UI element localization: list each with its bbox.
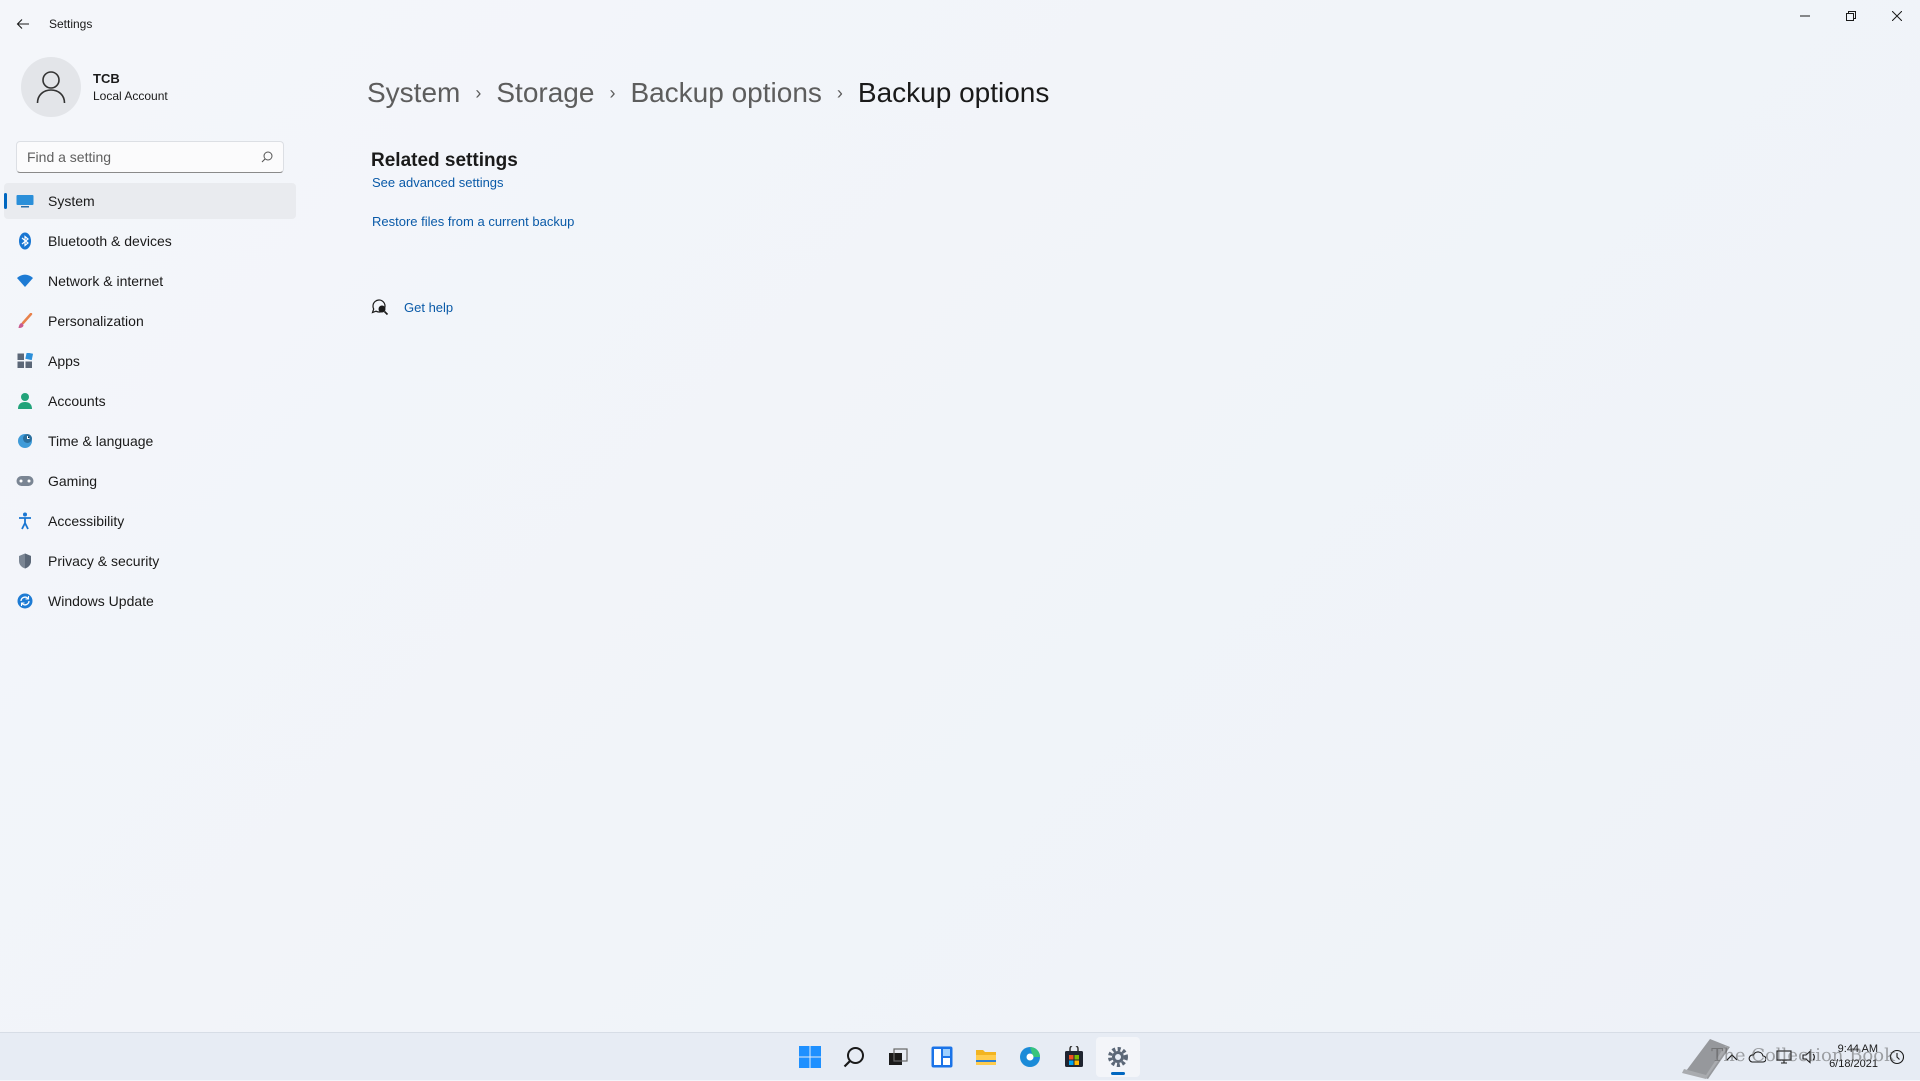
avatar	[21, 57, 81, 117]
window-controls	[1782, 0, 1920, 32]
sidebar-item-time-language[interactable]: Time & language	[4, 423, 296, 459]
breadcrumb-storage[interactable]: Storage	[496, 77, 594, 109]
get-help-link[interactable]: Get help	[404, 300, 453, 315]
restore-icon	[1846, 11, 1856, 21]
breadcrumb-system[interactable]: System	[367, 77, 460, 109]
title-bar: Settings	[0, 0, 1920, 48]
notifications-button[interactable]	[1889, 1049, 1905, 1065]
sidebar-item-label: Personalization	[48, 313, 144, 329]
shield-icon	[15, 551, 35, 571]
onedrive-tray-button[interactable]	[1748, 1051, 1767, 1063]
sidebar-item-gaming[interactable]: Gaming	[4, 463, 296, 499]
sidebar-item-personalization[interactable]: Personalization	[4, 303, 296, 339]
globe-clock-icon	[15, 431, 35, 451]
page-title: Backup options	[857, 77, 1050, 108]
settings-window: Settings TCB Local Account Find a settin…	[0, 0, 1920, 1032]
start-icon	[799, 1046, 821, 1068]
breadcrumb: System › Storage › Backup options › Back…	[367, 77, 1049, 109]
task-view-icon	[889, 1048, 908, 1065]
sidebar-item-label: System	[48, 193, 95, 209]
sidebar-item-label: Network & internet	[48, 273, 164, 289]
user-icon	[36, 71, 66, 104]
chevron-right-icon: ›	[609, 82, 616, 103]
search-input[interactable]	[27, 149, 261, 165]
paintbrush-icon	[15, 311, 35, 331]
gamepad-icon	[15, 471, 35, 491]
sidebar-item-privacy-security[interactable]: Privacy & security	[4, 543, 296, 579]
taskbar-apps	[788, 1033, 1140, 1081]
search-box[interactable]	[16, 141, 284, 173]
monitor-icon	[15, 191, 35, 211]
restore-files-link[interactable]: Restore files from a current backup	[372, 214, 574, 229]
sidebar-item-system[interactable]: System	[4, 183, 296, 219]
help-chat-icon	[371, 299, 389, 316]
app-title: Settings	[49, 17, 93, 31]
bluetooth-icon	[15, 231, 35, 251]
edge-button[interactable]	[1008, 1037, 1052, 1077]
profile-account-type: Local Account	[93, 89, 168, 103]
clock[interactable]: 9:44 AM 6/18/2021	[1829, 1042, 1878, 1072]
start-button[interactable]	[788, 1037, 832, 1077]
clock-date: 6/18/2021	[1829, 1058, 1878, 1070]
sidebar-item-network[interactable]: Network & internet	[4, 263, 296, 299]
back-arrow-icon	[16, 19, 29, 29]
show-hidden-icons-button[interactable]	[1726, 1053, 1738, 1061]
search-icon	[843, 1047, 864, 1068]
refresh-icon	[15, 591, 35, 611]
accessibility-icon	[15, 511, 35, 531]
chevron-up-icon	[1726, 1054, 1738, 1061]
file-explorer-button[interactable]	[964, 1037, 1008, 1077]
close-button[interactable]	[1874, 0, 1920, 32]
apps-icon	[15, 351, 35, 371]
breadcrumb-backup-options[interactable]: Backup options	[630, 77, 821, 109]
person-icon	[15, 391, 35, 411]
widgets-icon	[931, 1046, 953, 1068]
sidebar-item-label: Bluetooth & devices	[48, 233, 172, 249]
taskbar-search-button[interactable]	[832, 1037, 876, 1077]
system-tray: 9:44 AM 6/18/2021	[1721, 1033, 1910, 1081]
back-button[interactable]	[10, 12, 36, 36]
volume-tray-button[interactable]	[1802, 1050, 1818, 1064]
see-advanced-settings-link[interactable]: See advanced settings	[372, 175, 504, 190]
get-help-row[interactable]: Get help	[371, 298, 453, 316]
chevron-right-icon: ›	[836, 82, 843, 103]
sidebar-item-label: Accounts	[48, 393, 106, 409]
sidebar-item-accounts[interactable]: Accounts	[4, 383, 296, 419]
edge-icon	[1020, 1047, 1040, 1067]
sidebar-item-label: Time & language	[48, 433, 154, 449]
task-view-button[interactable]	[876, 1037, 920, 1077]
related-settings-heading: Related settings	[371, 150, 518, 171]
wifi-icon	[15, 271, 35, 291]
network-monitor-icon	[1776, 1050, 1792, 1064]
user-profile[interactable]: TCB Local Account	[21, 57, 168, 117]
settings-taskbar-button[interactable]	[1096, 1037, 1140, 1077]
sidebar-item-label: Apps	[48, 353, 80, 369]
sidebar-item-label: Accessibility	[48, 513, 125, 529]
restore-button[interactable]	[1828, 0, 1874, 32]
do-not-disturb-icon	[1889, 1049, 1905, 1065]
close-icon	[1892, 11, 1902, 21]
profile-name: TCB	[93, 71, 120, 86]
minimize-button[interactable]	[1782, 0, 1828, 32]
minimize-icon	[1800, 15, 1810, 17]
network-tray-button[interactable]	[1776, 1050, 1792, 1064]
search-icon[interactable]	[261, 151, 273, 163]
sidebar-item-label: Gaming	[48, 473, 98, 489]
speaker-icon	[1802, 1050, 1815, 1064]
sidebar-item-accessibility[interactable]: Accessibility	[4, 503, 296, 539]
chevron-right-icon: ›	[475, 82, 482, 103]
settings-icon	[1108, 1047, 1128, 1067]
sidebar-item-windows-update[interactable]: Windows Update	[4, 583, 296, 619]
store-button[interactable]	[1052, 1037, 1096, 1077]
sidebar-item-bluetooth[interactable]: Bluetooth & devices	[4, 223, 296, 259]
widgets-button[interactable]	[920, 1037, 964, 1077]
file-explorer-icon	[976, 1050, 996, 1065]
sidebar-item-apps[interactable]: Apps	[4, 343, 296, 379]
clock-time: 9:44 AM	[1837, 1043, 1878, 1055]
taskbar: 9:44 AM 6/18/2021 The Collection Book	[0, 1032, 1920, 1080]
store-icon	[1065, 1046, 1083, 1067]
sidebar-item-label: Privacy & security	[48, 553, 160, 569]
sidebar-item-label: Windows Update	[48, 593, 154, 609]
cloud-icon	[1748, 1051, 1767, 1063]
